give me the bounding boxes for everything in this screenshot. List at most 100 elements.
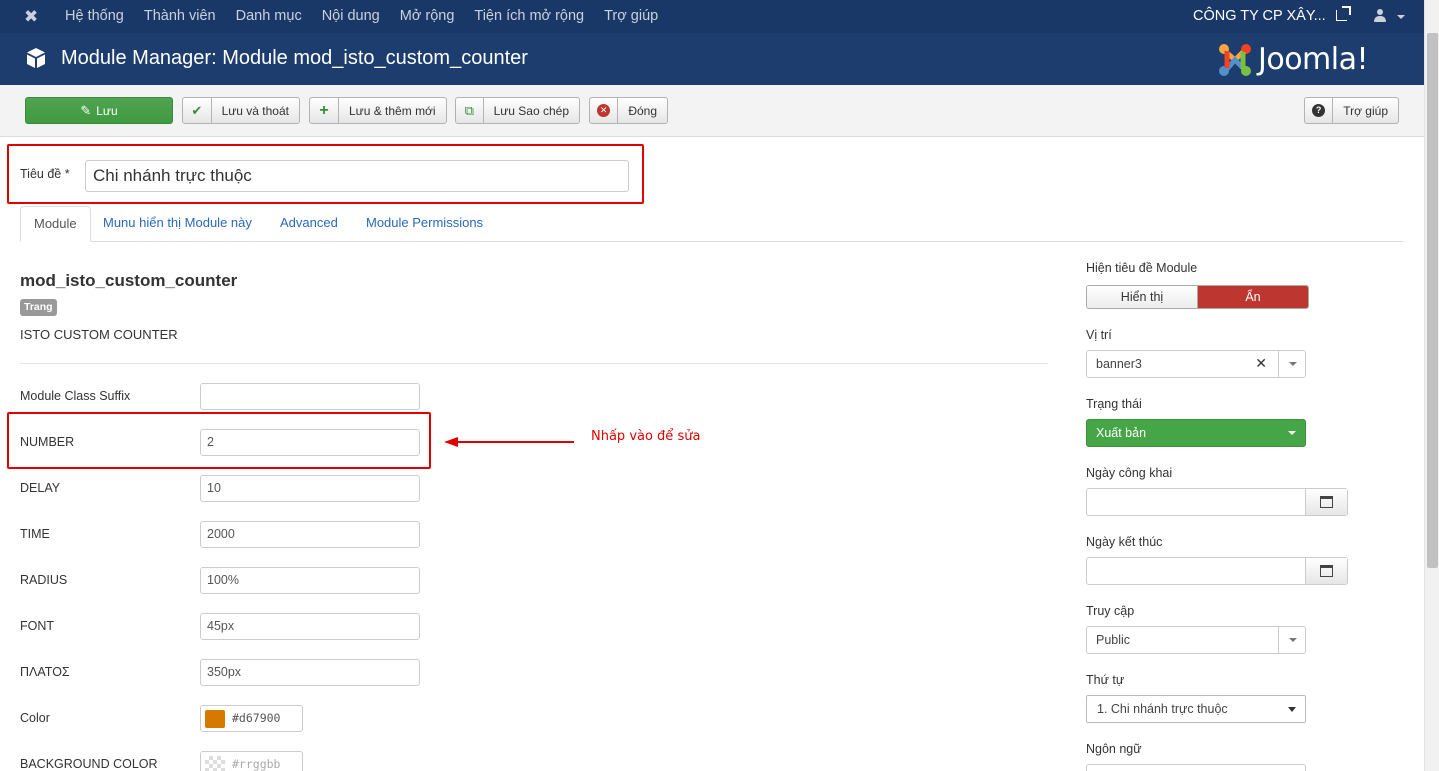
field-label-class-suffix: Module Class Suffix bbox=[20, 389, 131, 403]
tab-permissions[interactable]: Module Permissions bbox=[353, 206, 496, 242]
help-button[interactable]: ? Trợ giúp bbox=[1304, 97, 1399, 124]
menu-users[interactable]: Thành viên bbox=[134, 0, 226, 33]
menu-extensions-utilities[interactable]: Tiện ích mở rộng bbox=[464, 0, 594, 33]
width-input[interactable]: 350px bbox=[200, 659, 420, 686]
close-icon: ✕ bbox=[590, 98, 619, 123]
show-title-label: Hiện tiêu đề Module bbox=[1086, 261, 1198, 275]
field-label-font: FONT bbox=[20, 619, 55, 633]
access-value: Public bbox=[1096, 633, 1131, 647]
transparent-swatch[interactable] bbox=[205, 756, 225, 771]
color-swatch[interactable] bbox=[205, 710, 225, 728]
menu-categories[interactable]: Danh mục bbox=[226, 0, 312, 33]
site-name-link[interactable]: CÔNG TY CP XÂY... bbox=[1193, 0, 1326, 33]
annotation-text: Nhấp vào để sửa bbox=[591, 429, 701, 444]
field-label-width: ΠΛΑΤΟΣ bbox=[20, 665, 70, 679]
publish-up-input[interactable] bbox=[1086, 488, 1348, 516]
top-navbar: ✖ Hệ thống Thành viên Danh mục Nội dung … bbox=[0, 0, 1424, 33]
highlight-box-number bbox=[7, 412, 431, 469]
calendar-button[interactable] bbox=[1305, 489, 1347, 515]
save-copy-button[interactable]: ⧉ Lưu Sao chép bbox=[455, 97, 580, 124]
save-close-button[interactable]: ✔ Lưu và thoát bbox=[182, 97, 300, 124]
color-value: #d67900 bbox=[232, 711, 281, 725]
tab-module[interactable]: Module bbox=[20, 206, 91, 242]
tab-bar: Module Munu hiển thị Module này Advanced… bbox=[20, 206, 1403, 242]
toolbar: ✎ Lưu ✔ Lưu và thoát + Lưu & thêm mới ⧉ … bbox=[0, 85, 1424, 137]
tab-advanced[interactable]: Advanced bbox=[267, 206, 351, 242]
menu-content[interactable]: Nội dung bbox=[312, 0, 390, 33]
close-button[interactable]: ✕ Đóng bbox=[589, 97, 668, 124]
joomla-logo: Joomla! bbox=[1216, 41, 1401, 79]
publish-down-input[interactable] bbox=[1086, 557, 1348, 585]
module-name: mod_isto_custom_counter bbox=[20, 271, 238, 290]
font-input[interactable]: 45px bbox=[200, 613, 420, 640]
field-label-time: TIME bbox=[20, 527, 50, 541]
field-label-background-color: BACKGROUND COLOR bbox=[20, 757, 158, 771]
status-value: Xuất bản bbox=[1096, 426, 1147, 440]
position-label: Vị trí bbox=[1086, 328, 1112, 342]
background-color-input[interactable]: #rrggbb bbox=[200, 751, 303, 771]
page-title: Module Manager: Module mod_isto_custom_c… bbox=[61, 47, 528, 69]
page-scrollbar[interactable] bbox=[1424, 0, 1439, 771]
show-title-toggle: Hiển thị Ẩn bbox=[1086, 285, 1309, 309]
title-input[interactable]: Chi nhánh trực thuộc bbox=[85, 160, 629, 192]
hide-option-button[interactable]: Ẩn bbox=[1198, 286, 1308, 308]
question-icon: ? bbox=[1305, 98, 1334, 123]
module-manager-page: ✖ Hệ thống Thành viên Danh mục Nội dung … bbox=[0, 0, 1439, 771]
save-new-button[interactable]: + Lưu & thêm mới bbox=[309, 97, 447, 124]
chevron-down-icon[interactable] bbox=[1278, 351, 1305, 377]
page-header: Module Manager: Module mod_isto_custom_c… bbox=[0, 33, 1424, 85]
publish-down-label: Ngày kết thúc bbox=[1086, 535, 1163, 549]
scrollbar-thumb[interactable] bbox=[1427, 33, 1438, 568]
menu-extensions[interactable]: Mở rộng bbox=[390, 0, 465, 33]
tab-menu-assignment[interactable]: Munu hiển thị Module này bbox=[90, 206, 265, 242]
calendar-icon bbox=[1320, 496, 1333, 508]
access-label: Truy cập bbox=[1086, 604, 1135, 618]
ordering-value: 1. Chi nhánh trực thuộc bbox=[1097, 702, 1228, 716]
divider bbox=[20, 363, 1048, 364]
client-badge: Trang bbox=[20, 299, 57, 316]
calendar-icon bbox=[1320, 565, 1333, 577]
user-icon[interactable] bbox=[1373, 9, 1387, 23]
arrow-left-icon bbox=[444, 437, 574, 447]
plus-icon: + bbox=[310, 98, 339, 123]
calendar-button[interactable] bbox=[1305, 558, 1347, 584]
status-label: Trạng thái bbox=[1086, 397, 1142, 411]
color-picker-input[interactable]: #d67900 bbox=[200, 705, 303, 732]
ordering-select[interactable]: 1. Chi nhánh trực thuộc bbox=[1086, 695, 1306, 723]
radius-input[interactable]: 100% bbox=[200, 567, 420, 594]
chevron-down-icon[interactable] bbox=[1278, 420, 1305, 446]
copy-icon: ⧉ bbox=[456, 98, 484, 123]
ordering-label: Thứ tự bbox=[1086, 673, 1125, 687]
access-select[interactable]: Public bbox=[1086, 626, 1306, 654]
chevron-down-icon[interactable] bbox=[1397, 15, 1405, 19]
joomla-wordmark: Joomla! bbox=[1258, 42, 1369, 77]
content-area: Tiêu đề * Chi nhánh trực thuộc Module Mu… bbox=[0, 137, 1424, 771]
show-option-button[interactable]: Hiển thị bbox=[1087, 286, 1198, 308]
save-button[interactable]: ✎ Lưu bbox=[25, 97, 173, 124]
joomla-mini-icon[interactable]: ✖ bbox=[24, 8, 42, 26]
menu-help[interactable]: Trợ giúp bbox=[594, 0, 668, 33]
module-description: ISTO CUSTOM COUNTER bbox=[20, 327, 178, 342]
clear-icon[interactable]: ✕ bbox=[1255, 355, 1267, 372]
position-value: banner3 bbox=[1096, 357, 1142, 371]
language-select[interactable] bbox=[1086, 764, 1306, 771]
edit-icon: ✎ bbox=[80, 102, 92, 118]
cube-icon bbox=[27, 48, 45, 68]
field-label-color: Color bbox=[20, 711, 50, 725]
class-suffix-input[interactable] bbox=[200, 383, 420, 410]
main-menu: Hệ thống Thành viên Danh mục Nội dung Mở… bbox=[55, 0, 668, 33]
status-select[interactable]: Xuất bản bbox=[1086, 419, 1306, 447]
external-link-icon[interactable] bbox=[1336, 6, 1351, 21]
delay-input[interactable]: 10 bbox=[200, 475, 420, 502]
menu-system[interactable]: Hệ thống bbox=[55, 0, 134, 33]
time-input[interactable]: 2000 bbox=[200, 521, 420, 548]
chevron-down-icon[interactable] bbox=[1278, 627, 1305, 653]
joomla-logo-icon bbox=[1219, 44, 1251, 76]
background-color-value: #rrggbb bbox=[232, 757, 281, 771]
title-label: Tiêu đề * bbox=[20, 167, 70, 181]
field-label-radius: RADIUS bbox=[20, 573, 68, 587]
check-icon: ✔ bbox=[183, 98, 212, 123]
field-label-delay: DELAY bbox=[20, 481, 61, 495]
language-label: Ngôn ngữ bbox=[1086, 742, 1142, 756]
position-select[interactable]: banner3 ✕ bbox=[1086, 350, 1306, 378]
